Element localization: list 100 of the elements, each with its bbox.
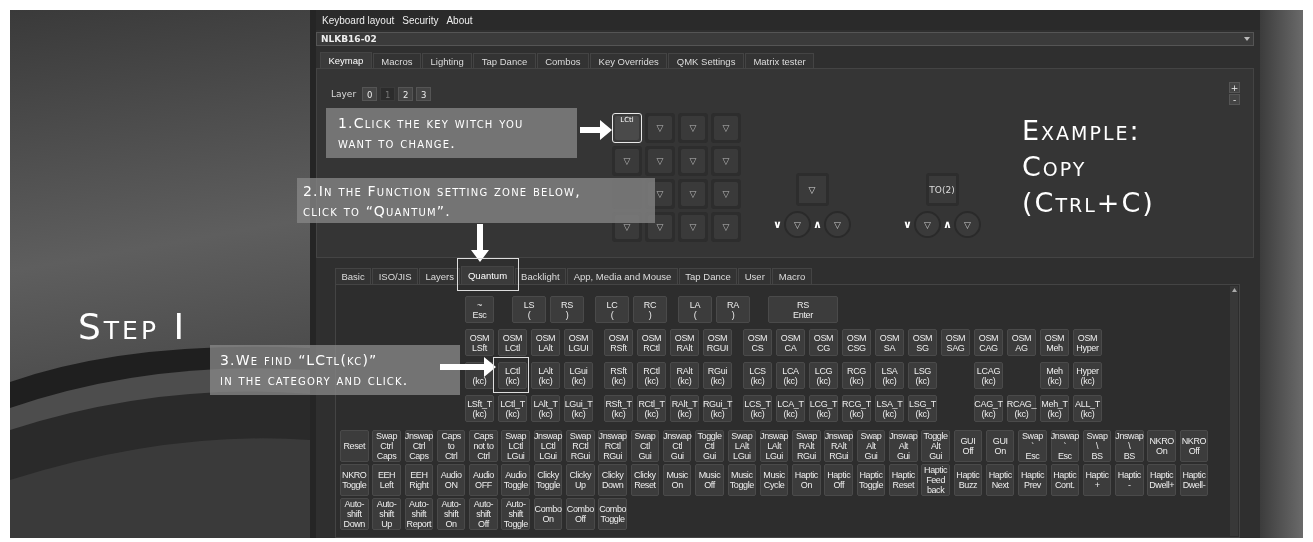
keycode-key[interactable]: CAG_T (kc) [974,395,1003,422]
keycode-key[interactable]: Swap ` Esc [1018,430,1047,462]
keycode-key[interactable]: RCG_T (kc) [842,395,871,422]
keycode-key[interactable]: OSM LGUI [564,329,593,356]
zoom-out-button[interactable]: - [1229,94,1240,105]
layer-button[interactable]: 0 [362,87,378,101]
keycode-key[interactable]: Swap LCtl LGui [501,430,530,462]
keycode-key[interactable]: Clicky Reset [630,464,660,496]
keycode-key[interactable]: LCtl (kc) [498,362,527,389]
keycode-key[interactable]: Clicky Up [566,464,595,496]
keycode-key[interactable]: LSft_T (kc) [465,395,494,422]
tab[interactable]: Backlight [514,268,567,284]
keycode-key[interactable]: OSM CSG [842,329,871,356]
keycode-key[interactable]: Audio OFF [469,464,498,496]
keycode-key[interactable]: RAlt_T (kc) [670,395,699,422]
keycode-key[interactable]: OSM Hyper [1073,329,1102,356]
keycode-key[interactable]: Haptic + [1082,464,1112,496]
keycode-key[interactable]: LSA (kc) [875,362,904,389]
keycode-key[interactable]: LC ( [595,296,629,323]
keycode-key[interactable]: Meh_T (kc) [1040,395,1069,422]
keycode-key[interactable]: EEH Right [404,464,434,496]
keycode-key[interactable]: Haptic - [1115,464,1144,496]
keycode-key[interactable]: Jnswap ` Esc [1050,430,1080,462]
keycode-key[interactable]: Auto- shift Toggle [501,498,530,530]
keycode-key[interactable]: Toggle Alt Gui [921,430,950,462]
tab[interactable]: Basic [335,268,372,284]
keycode-key[interactable]: LSG_T (kc) [908,395,937,422]
keycode-key[interactable]: Swap RCtl RGui [566,430,595,462]
keycode-key[interactable]: Audio ON [436,464,466,496]
keycode-key[interactable]: Auto- shift Up [372,498,401,530]
tab[interactable]: QMK Settings [668,53,744,68]
keycode-key[interactable]: RS ) [550,296,584,323]
keycode-key[interactable]: Haptic Dwell+ [1147,464,1176,496]
keycode-key[interactable]: Hyper (kc) [1073,362,1102,389]
keycode-key[interactable]: Swap RAlt RGui [792,430,821,462]
keycode-key[interactable]: Auto- shift Off [469,498,498,530]
keymap-key[interactable]: ▽ [678,212,708,242]
encoder-knob[interactable]: ▽ [914,211,941,238]
keycode-key[interactable]: Auto- shift Down [340,498,369,530]
keycode-key[interactable]: OSM CG [809,329,838,356]
encoder-key[interactable]: TO(2) [925,173,959,206]
keycode-key[interactable]: RS Enter [768,296,838,323]
tab[interactable]: App, Media and Mouse [567,268,678,284]
keycode-key[interactable]: Auto- shift Report [404,498,434,530]
keycode-key[interactable]: Toggle Ctl Gui [695,430,724,462]
encoder-key[interactable]: ▽ [795,173,829,206]
keymap-key[interactable]: ▽ [711,179,741,209]
keycode-key[interactable]: Clicky Toggle [533,464,563,496]
device-dropdown[interactable]: NLKB16-02 [316,32,1254,46]
keymap-key[interactable]: ▽ [678,179,708,209]
keycode-key[interactable]: OSM RCtl [637,329,666,356]
keycode-key[interactable]: LA ( [678,296,712,323]
keycode-key[interactable]: Jnswap Alt Gui [889,430,918,462]
keycode-key[interactable]: OSM CAG [974,329,1003,356]
keycode-key[interactable]: Jnswap \ BS [1115,430,1144,462]
keycode-key[interactable]: Jnswap Ctl Gui [662,430,692,462]
keycode-key[interactable]: Swap Ctl Gui [630,430,660,462]
keycode-key[interactable]: Haptic Feed back [921,464,950,496]
keycode-key[interactable]: LAlt (kc) [531,362,560,389]
tab[interactable]: User [738,268,772,284]
keycode-key[interactable]: LS ( [512,296,546,323]
keycode-key[interactable]: Jnswap RAlt RGui [824,430,853,462]
keycode-key[interactable]: OSM SAG [941,329,970,356]
keycode-key[interactable]: LGui_T (kc) [564,395,593,422]
keycode-key[interactable]: Haptic Dwell- [1179,464,1209,496]
keycode-key[interactable]: LCA_T (kc) [776,395,805,422]
encoder-knob[interactable]: ▽ [953,211,981,238]
keycode-key[interactable]: OSM LAlt [531,329,560,356]
keycode-key[interactable]: LCG (kc) [809,362,838,389]
keycode-key[interactable]: OSM CA [776,329,805,356]
keycode-key[interactable]: Haptic Buzz [953,464,983,496]
keymap-key[interactable]: ▽ [645,113,675,143]
keycode-key[interactable]: OSM RGUI [703,329,732,356]
tab[interactable]: Tap Dance [678,268,738,284]
encoder-knob[interactable]: ▽ [823,211,851,238]
keycode-key[interactable]: LCS (kc) [743,362,772,389]
keycode-key[interactable]: LGui (kc) [564,362,593,389]
keycode-key[interactable]: Combo Toggle [598,498,627,530]
keymap-key[interactable]: ▽ [678,146,708,176]
keycode-key[interactable]: OSM Meh [1040,329,1069,356]
keycode-key[interactable]: OSM SG [908,329,937,356]
keycode-key[interactable]: RCtl_T (kc) [637,395,666,422]
keycode-key[interactable]: Caps to Ctrl [436,430,466,462]
keycode-key[interactable]: OSM CS [743,329,772,356]
keycode-key[interactable]: Auto- shift On [436,498,466,530]
keycode-key[interactable]: LCtl_T (kc) [498,395,527,422]
keycode-key[interactable]: EEH Left [372,464,401,496]
zoom-in-button[interactable]: + [1229,82,1240,93]
keycode-key[interactable]: OSM RAlt [670,329,699,356]
keycode-key[interactable]: OSM SA [875,329,904,356]
layer-button[interactable]: 3 [416,87,432,101]
keycode-key[interactable]: GUI On [985,430,1015,462]
tab[interactable]: Macro [772,268,812,284]
keycode-key[interactable]: Haptic Toggle [856,464,886,496]
keycode-key[interactable]: Clicky Down [598,464,627,496]
keycode-key[interactable]: OSM AG [1007,329,1036,356]
layer-button[interactable]: 2 [398,87,414,101]
keycode-key[interactable]: Meh (kc) [1040,362,1069,389]
menu-item[interactable]: Keyboard layout [318,14,399,26]
keycode-key[interactable]: LSA_T (kc) [875,395,904,422]
